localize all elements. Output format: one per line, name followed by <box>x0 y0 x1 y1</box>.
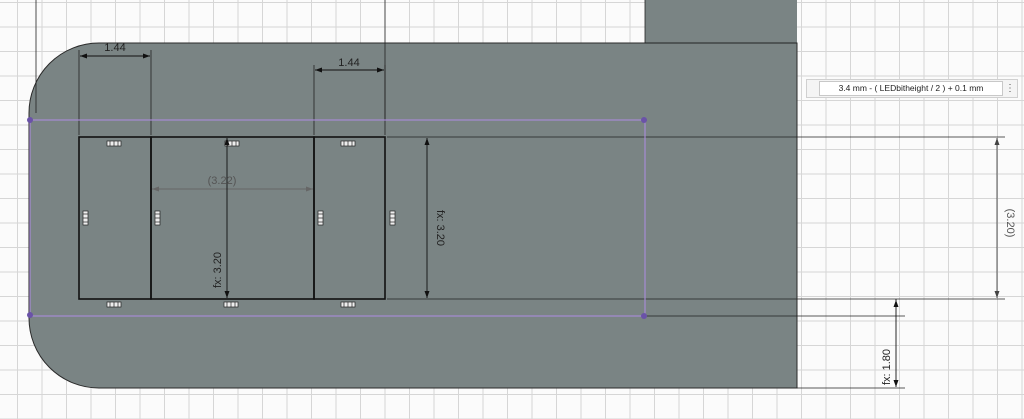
sketch-point[interactable] <box>641 313 647 319</box>
vertical-constraint-icon[interactable] <box>82 210 89 226</box>
dim-far-right-ref[interactable]: (3.20) <box>1004 209 1016 238</box>
sketch-point[interactable] <box>27 117 33 123</box>
sketch-point[interactable] <box>641 117 647 123</box>
solid-body <box>28 0 798 389</box>
dim-bottom-offset[interactable]: fx: 1.80 <box>881 349 893 385</box>
vertical-constraint-icon[interactable] <box>389 210 396 226</box>
solid-main-body <box>28 42 798 389</box>
parameter-input-box: 3.4 mm - ( LEDbitheight / 2 ) + 0.1 mm ⋮ <box>806 79 1018 98</box>
horizontal-constraint-icon[interactable] <box>340 301 356 308</box>
horizontal-constraint-icon[interactable] <box>340 140 356 147</box>
horizontal-constraint-icon[interactable] <box>106 140 122 147</box>
dim-right-height[interactable]: fx: 3.20 <box>434 210 446 246</box>
dim-top-right-width[interactable]: 1.44 <box>338 57 359 69</box>
vertical-constraint-icon[interactable] <box>154 210 161 226</box>
sketch-point[interactable] <box>27 312 33 318</box>
more-options-icon[interactable]: ⋮ <box>1005 81 1015 96</box>
horizontal-constraint-icon[interactable] <box>106 301 122 308</box>
dim-top-left-width[interactable]: 1.44 <box>104 42 125 54</box>
vertical-constraint-icon[interactable] <box>317 210 324 226</box>
dim-inner-height[interactable]: fx: 3.20 <box>212 252 224 288</box>
parameter-expression-input[interactable]: 3.4 mm - ( LEDbitheight / 2 ) + 0.1 mm <box>819 81 1003 96</box>
sketch-canvas[interactable]: 1.44 1.44 (3.22) fx: 3.20 fx: 3.20 (3.20… <box>0 0 1024 419</box>
solid-tab-top <box>645 0 797 43</box>
dim-middle-width-ref[interactable]: (3.22) <box>208 175 237 187</box>
horizontal-constraint-icon[interactable] <box>223 301 239 308</box>
